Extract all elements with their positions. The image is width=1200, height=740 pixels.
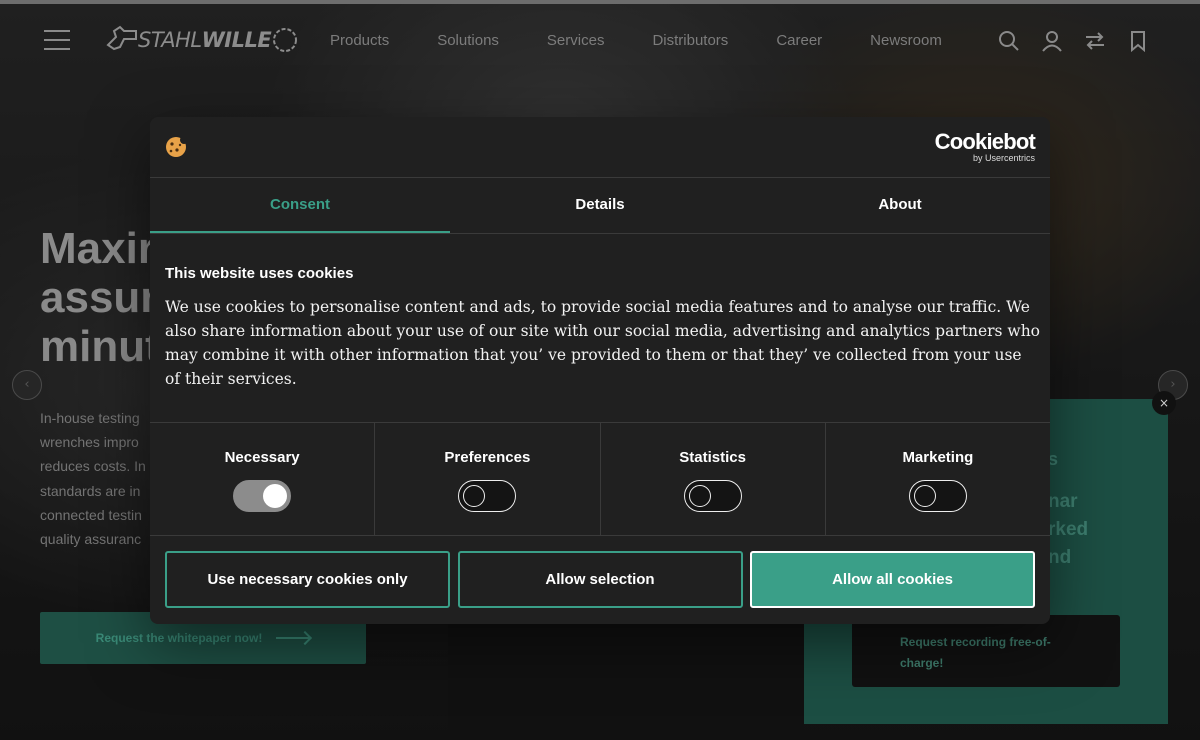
user-icon[interactable]: [1041, 30, 1063, 52]
promo-fragment: rked: [1048, 519, 1089, 540]
nav-services[interactable]: Services: [547, 32, 605, 49]
nav-newsroom[interactable]: Newsroom: [870, 32, 942, 49]
cookiebot-brand-sub: by Usercentrics: [972, 153, 1035, 163]
tab-consent[interactable]: Consent: [150, 178, 450, 233]
dialog-description-line: We use cookies to personalise content an…: [165, 298, 1030, 316]
dialog-tabs: Consent Details About: [150, 178, 1050, 234]
promo-fragment: nd: [1048, 547, 1072, 568]
hero-lede-line: connected testin: [40, 506, 142, 523]
dialog-header: Cookiebot by Usercentrics: [150, 117, 1050, 178]
dialog-description-line: may combine it with other information th…: [165, 346, 1022, 364]
toggle-statistics-label: Statistics: [679, 449, 746, 466]
toggle-necessary-label: Necessary: [224, 449, 300, 466]
dialog-description-line: also share information about your use of…: [165, 322, 1041, 340]
toggle-necessary-cell: Necessary: [150, 423, 376, 535]
promo-close-button[interactable]: ×: [1152, 391, 1176, 415]
header-icons: [998, 30, 1170, 53]
consent-toggles: Necessary Preferences Statistics Marketi…: [150, 422, 1050, 536]
site-header: STAHLWILLE Products Solutions Services D…: [0, 4, 1200, 76]
hero-lede-line: standards are in: [40, 482, 141, 499]
hero-lede-line: wrenches impro: [40, 434, 139, 451]
compare-icon[interactable]: [1084, 30, 1106, 52]
toggle-knob: [463, 485, 486, 507]
allow-selection-button[interactable]: Allow selection: [457, 551, 743, 608]
toggle-knob: [913, 485, 936, 507]
promo-fragment: nar: [1048, 491, 1078, 512]
cookie-icon: [165, 136, 188, 158]
toggle-statistics-cell: Statistics: [601, 423, 826, 535]
toggle-marketing-label: Marketing: [902, 449, 974, 466]
nav-solutions[interactable]: Solutions: [437, 32, 499, 49]
gear-logo-icon: [273, 28, 298, 52]
nav-career[interactable]: Career: [776, 32, 822, 49]
preferences-toggle[interactable]: [458, 480, 517, 512]
toggle-marketing-cell: Marketing: [826, 423, 1050, 535]
dialog-buttons: Use necessary cookies only Allow selecti…: [165, 551, 1035, 609]
allow-all-button[interactable]: Allow all cookies: [750, 551, 1035, 608]
nav-distributors[interactable]: Distributors: [652, 32, 728, 49]
toggle-knob: [688, 485, 711, 507]
carousel-prev-button[interactable]: ‹: [12, 370, 42, 400]
wrench-logo-icon: [106, 25, 137, 51]
arrow-right-icon: [276, 637, 311, 639]
nav-products[interactable]: Products: [330, 32, 389, 49]
whitepaper-button-label: Request the whitepaper now!: [95, 631, 263, 645]
toggle-knob: [263, 484, 288, 508]
cookiebot-brand: Cookiebot: [934, 129, 1036, 154]
stahlwille-logo[interactable]: STAHLWILLE: [106, 24, 299, 56]
dialog-title: This website uses cookies: [165, 265, 354, 282]
request-recording-label: Request recording free-of-charge!: [900, 635, 1051, 670]
cookie-consent-dialog: Cookiebot by Usercentrics Consent Detail…: [150, 117, 1050, 624]
tab-about[interactable]: About: [750, 178, 1050, 233]
hero-lede: In-house testing wrenches impro reduces …: [40, 406, 146, 551]
main-nav: Products Solutions Services Distributors…: [330, 32, 990, 49]
dialog-body: This website uses cookies We use cookies…: [165, 265, 1041, 391]
request-recording-button[interactable]: Request recording free-of-charge!: [852, 615, 1120, 687]
dialog-description-line: of their services.: [165, 370, 297, 388]
toggle-preferences-label: Preferences: [444, 449, 531, 466]
hero-lede-line: reduces costs. In: [40, 458, 146, 475]
bookmark-icon[interactable]: [1127, 30, 1149, 53]
marketing-toggle[interactable]: [908, 480, 967, 512]
logo-text: STAHLWILLE: [138, 28, 272, 52]
statistics-toggle[interactable]: [683, 480, 742, 512]
use-necessary-only-button[interactable]: Use necessary cookies only: [165, 551, 450, 608]
search-icon[interactable]: [998, 30, 1020, 52]
dialog-description: We use cookies to personalise content an…: [165, 295, 1041, 391]
tab-details[interactable]: Details: [450, 178, 750, 233]
toggle-preferences-cell: Preferences: [375, 423, 601, 535]
hero-image-mesh: [448, 620, 804, 740]
hero-lede-line: In-house testing: [40, 410, 140, 426]
necessary-toggle: [233, 480, 292, 512]
hero-lede-line: quality assuranc: [40, 531, 142, 548]
cookiebot-logo: Cookiebot by Usercentrics: [934, 129, 1036, 164]
menu-icon[interactable]: [44, 30, 70, 50]
